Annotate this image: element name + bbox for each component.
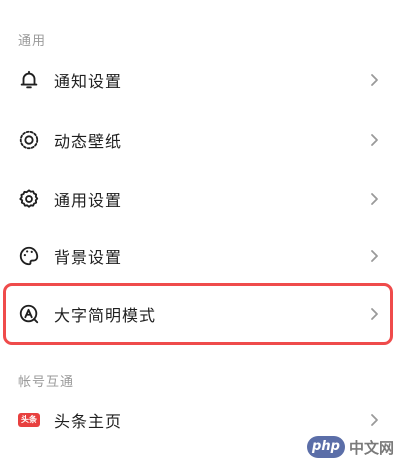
settings-item-label: 动态壁纸 xyxy=(54,132,123,151)
chevron-right-icon xyxy=(370,73,380,87)
chevron-right-icon xyxy=(370,249,380,263)
settings-item-wallpaper[interactable]: 动态壁纸 xyxy=(0,112,400,168)
settings-item-label: 背景设置 xyxy=(54,248,123,267)
chevron-right-icon xyxy=(370,133,380,147)
chevron-right-icon xyxy=(370,413,380,427)
settings-item-general[interactable]: 通用设置 xyxy=(0,171,400,227)
settings-item-label: 头条主页 xyxy=(54,412,123,431)
watermark: php 中文网 xyxy=(306,436,394,458)
settings-item-label: 通用设置 xyxy=(54,191,123,210)
toutiao-badge-icon: 头条 xyxy=(18,409,40,431)
settings-item-label: 通知设置 xyxy=(54,72,123,91)
palette-icon xyxy=(18,245,40,267)
settings-item-large-font[interactable]: 大字简明模式 xyxy=(0,286,400,342)
bell-icon xyxy=(18,69,40,91)
settings-page: 通用 通知设置 动态壁纸 通用设置 背景设置 大字简明模式 帐号互通 头条 头条… xyxy=(0,0,400,464)
settings-item-background[interactable]: 背景设置 xyxy=(0,228,400,284)
chevron-right-icon xyxy=(370,307,380,321)
settings-item-label: 大字简明模式 xyxy=(54,306,157,325)
php-logo: php xyxy=(306,436,345,458)
dynamic-wallpaper-icon xyxy=(18,129,40,151)
toutiao-badge-text: 头条 xyxy=(18,413,40,427)
gear-icon xyxy=(18,188,40,210)
settings-item-notification[interactable]: 通知设置 xyxy=(0,52,400,108)
chevron-right-icon xyxy=(370,192,380,206)
watermark-text: 中文网 xyxy=(348,438,394,457)
section-label-account: 帐号互通 xyxy=(18,375,75,390)
large-font-icon xyxy=(18,303,40,325)
section-label-general: 通用 xyxy=(18,34,47,49)
